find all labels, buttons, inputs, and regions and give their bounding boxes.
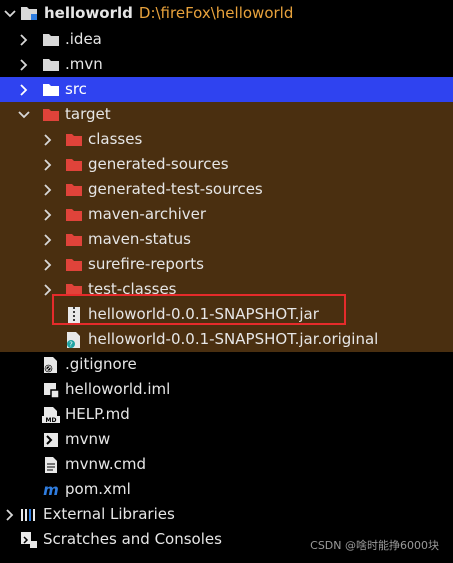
maven-icon: m [41,477,61,502]
tree-row-project-root[interactable]: helloworld D:\fireFox\helloworld [0,0,453,27]
folder-icon [41,52,61,77]
excluded-folder-icon [64,277,84,302]
tree-item-label: generated-test-sources [88,180,263,198]
tree-row-jar-original[interactable]: ? helloworld-0.0.1-SNAPSHOT.jar.original [0,327,453,352]
tree-item-label: maven-status [88,230,191,248]
tree-row-generated-test-sources[interactable]: generated-test-sources [0,177,453,202]
chevron-right-icon[interactable] [41,152,55,177]
chevron-right-icon[interactable] [41,252,55,277]
tree-item-label: classes [88,130,143,148]
libraries-icon [19,502,39,527]
tree-row-pom[interactable]: m pom.xml [0,477,453,502]
scratches-icon [19,527,39,552]
tree-item-label: test-classes [88,280,177,298]
excluded-folder-icon [64,252,84,277]
tree-row-maven-archiver[interactable]: maven-archiver [0,202,453,227]
ignore-file-icon [41,352,61,377]
tree-row-maven-status[interactable]: maven-status [0,227,453,252]
excluded-folder-icon [64,227,84,252]
text-file-icon [41,452,61,477]
tree-row-iml[interactable]: helloworld.iml [0,377,453,402]
project-root-label: helloworld D:\fireFox\helloworld [44,0,293,27]
project-name: helloworld [44,4,133,22]
tree-item-label: .idea [65,30,102,48]
excluded-folder-icon [64,127,84,152]
tree-row-mvnw-cmd[interactable]: mvnw.cmd [0,452,453,477]
excluded-folder-icon [64,152,84,177]
chevron-right-icon[interactable] [3,502,17,527]
folder-icon [41,27,61,52]
markdown-icon: MD [41,402,61,427]
chevron-right-icon[interactable] [41,227,55,252]
chevron-right-icon[interactable] [41,127,55,152]
tree-row-test-classes[interactable]: test-classes [0,277,453,302]
project-path: D:\fireFox\helloworld [138,4,294,22]
tree-item-label: helloworld.iml [65,380,171,398]
tree-row-classes[interactable]: classes [0,127,453,152]
chevron-right-icon[interactable] [41,202,55,227]
module-folder-icon [19,0,39,27]
tree-item-label: Scratches and Consoles [43,530,222,548]
chevron-right-icon[interactable] [41,177,55,202]
tree-item-label: mvnw.cmd [65,455,147,473]
tree-row-jar[interactable]: helloworld-0.0.1-SNAPSHOT.jar [0,302,453,327]
tree-row-gitignore[interactable]: .gitignore [0,352,453,377]
tree-item-label: maven-archiver [88,205,207,223]
svg-text:m: m [43,482,59,498]
tree-row-mvnw[interactable]: mvnw [0,427,453,452]
svg-text:MD: MD [46,417,57,424]
chevron-right-icon[interactable] [17,52,31,77]
tree-item-label: helloworld-0.0.1-SNAPSHOT.jar [88,305,319,323]
excluded-folder-icon [64,177,84,202]
tree-row-src[interactable]: src [0,77,453,102]
tree-row-help[interactable]: MD HELP.md [0,402,453,427]
tree-row-mvn[interactable]: .mvn [0,52,453,77]
excluded-folder-icon [41,102,61,127]
tree-row-idea[interactable]: .idea [0,27,453,52]
folder-icon [41,77,61,102]
tree-item-label: HELP.md [65,405,130,423]
excluded-folder-icon [64,202,84,227]
tree-item-label: mvnw [65,430,111,448]
chevron-right-icon[interactable] [17,77,31,102]
tree-item-label: target [65,105,111,123]
unknown-file-icon: ? [64,327,84,352]
tree-row-generated-sources[interactable]: generated-sources [0,152,453,177]
tree-row-external-libraries[interactable]: External Libraries [0,502,453,527]
chevron-down-icon[interactable] [3,0,17,27]
tree-item-label: src [65,80,87,98]
watermark: CSDN @啥时能挣6000块 [310,539,439,552]
tree-row-surefire-reports[interactable]: surefire-reports [0,252,453,277]
jar-icon [64,302,84,327]
tree-item-label: .mvn [65,55,103,73]
tree-item-label: generated-sources [88,155,229,173]
chevron-down-icon[interactable] [17,102,31,127]
terminal-icon [41,427,61,452]
project-tree: helloworld D:\fireFox\helloworld .idea .m… [0,0,453,552]
tree-item-label: .gitignore [65,355,137,373]
module-file-icon [41,377,61,402]
tree-item-label: surefire-reports [88,255,204,273]
tree-row-target[interactable]: target [0,102,453,127]
chevron-right-icon[interactable] [17,27,31,52]
tree-item-label: pom.xml [65,480,131,498]
tree-item-label: External Libraries [43,505,175,523]
tree-item-label: helloworld-0.0.1-SNAPSHOT.jar.original [88,330,379,348]
svg-text:?: ? [69,340,73,348]
chevron-right-icon[interactable] [41,277,55,302]
